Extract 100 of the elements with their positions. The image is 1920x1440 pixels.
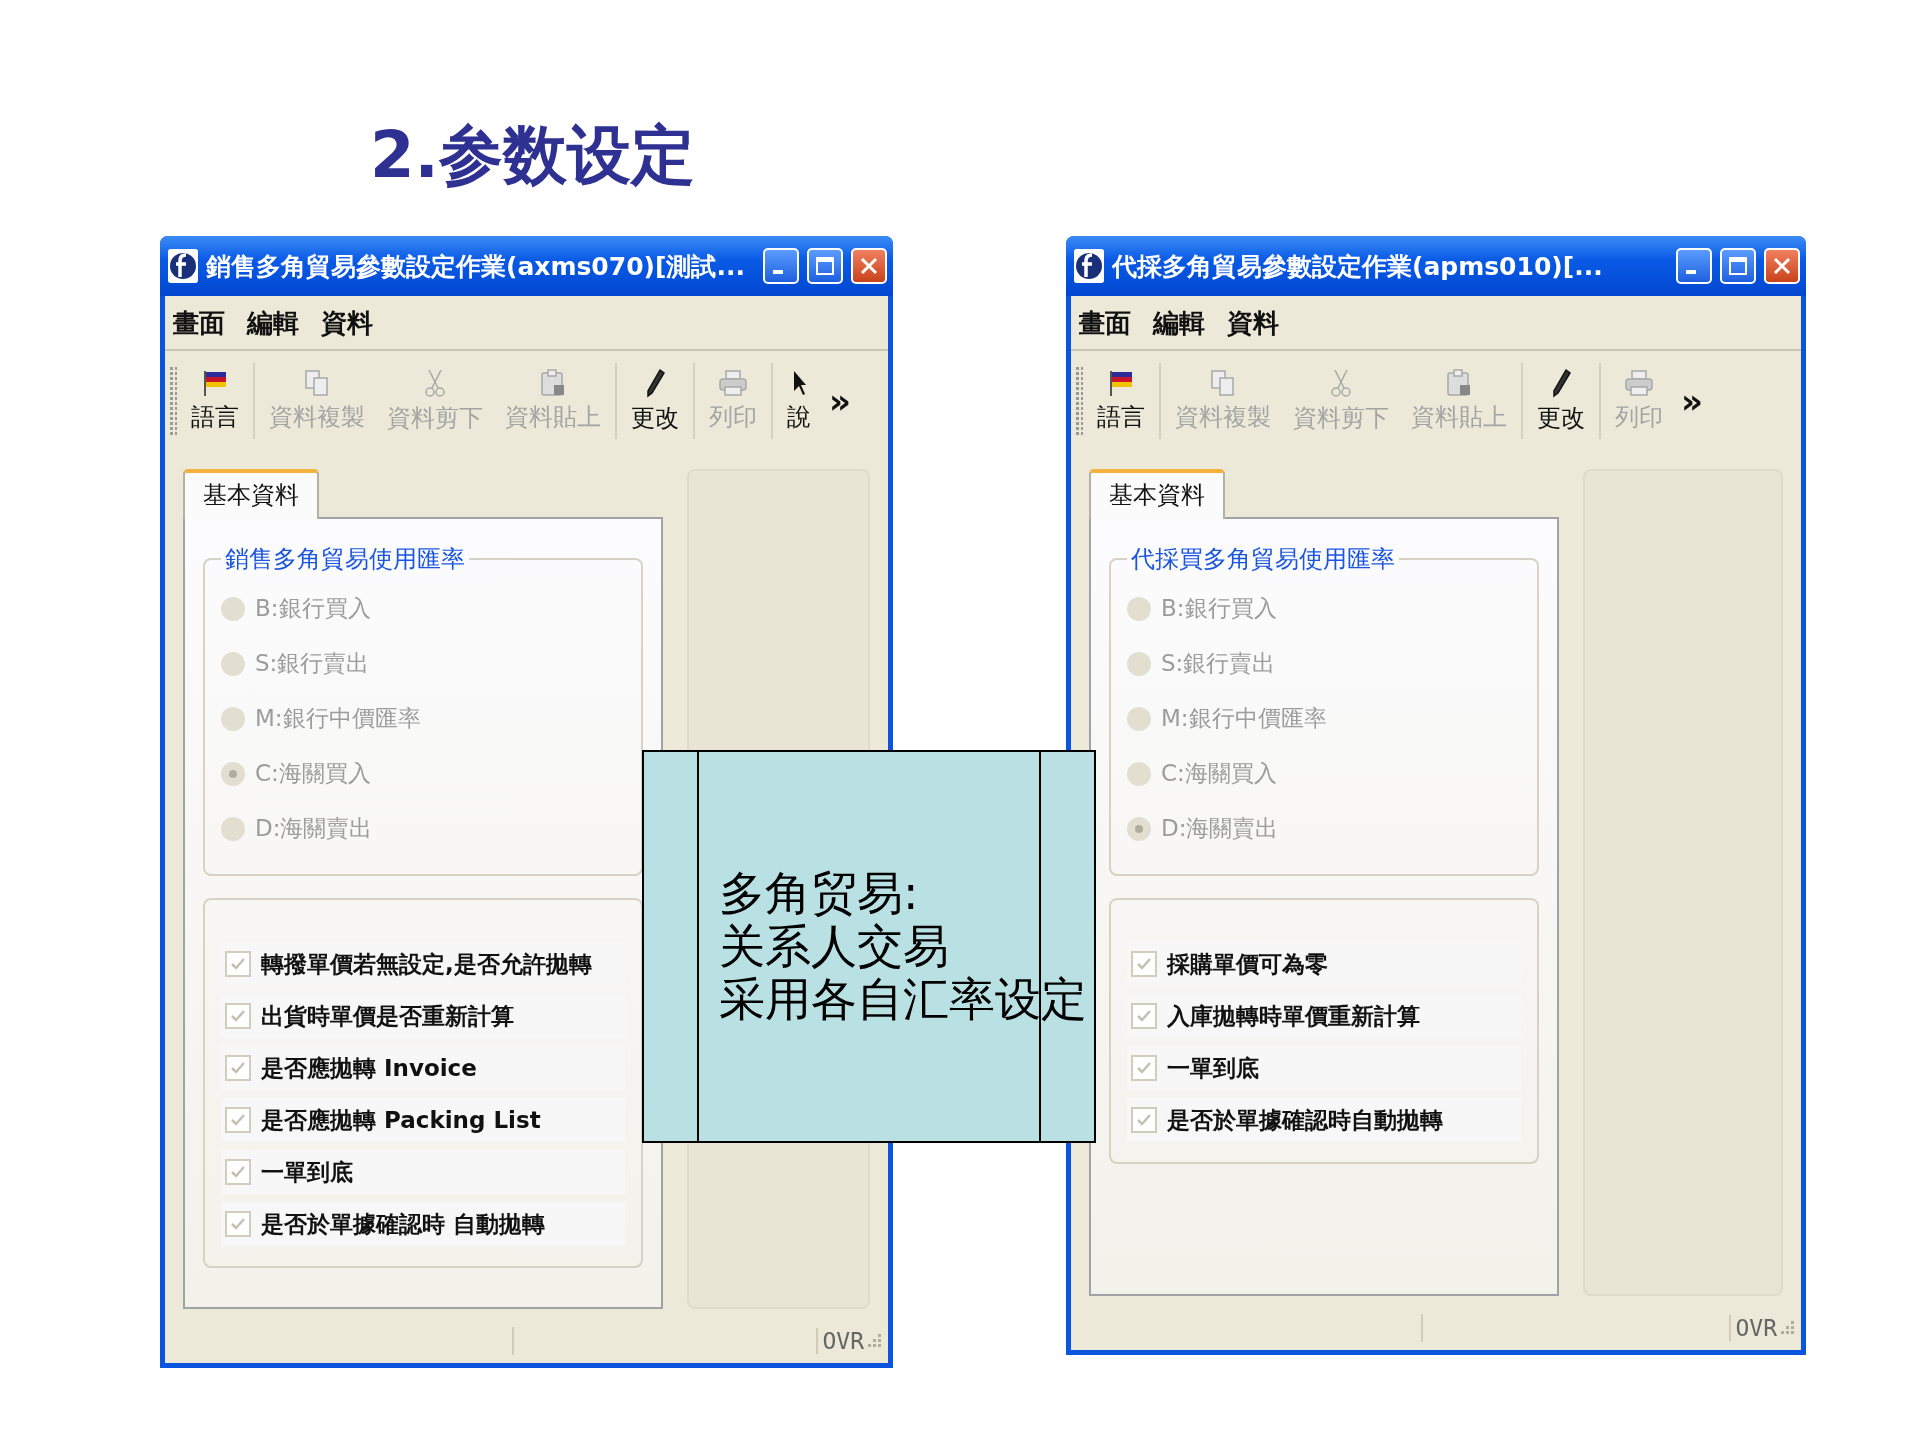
checkbox[interactable] — [225, 1211, 251, 1237]
tab[interactable]: 基本資料 — [183, 469, 319, 519]
clipboard-icon — [540, 369, 566, 397]
checkbox-label: 轉撥單價若無設定,是否允許拋轉 — [261, 949, 592, 979]
menu-item[interactable]: 編輯 — [1153, 306, 1205, 341]
checkbox-label: 入庫拋轉時單價重新計算 — [1167, 1001, 1420, 1031]
checkbox[interactable] — [1131, 1003, 1157, 1029]
checkbox[interactable] — [225, 951, 251, 977]
checkbox-label: 是否於單據確認時 自動拋轉 — [261, 1209, 545, 1239]
checkbox[interactable] — [1131, 1055, 1157, 1081]
checkbox-option[interactable]: 採購單價可為零 — [1127, 942, 1521, 986]
pointer-icon — [791, 369, 807, 397]
checkbox-option[interactable]: 入庫拋轉時單價重新計算 — [1127, 994, 1521, 1038]
checkbox[interactable] — [1131, 951, 1157, 977]
radio-label: C:海關買入 — [255, 759, 371, 788]
scissors-icon — [1330, 368, 1352, 398]
tab[interactable]: 基本資料 — [1089, 469, 1225, 519]
checkbox-option[interactable]: 是否應拋轉 Invoice — [221, 1046, 625, 1090]
checkmark-icon — [1136, 1009, 1152, 1023]
group-title: 銷售多角貿易使用匯率 — [224, 544, 466, 575]
checkbox[interactable] — [225, 1159, 251, 1185]
window-title: 代採多角貿易參數設定作業(apms010)[... — [1112, 250, 1604, 283]
checkmark-icon — [230, 957, 246, 971]
checkbox-option[interactable]: 一單到底 — [221, 1150, 625, 1194]
close-button[interactable] — [1764, 248, 1800, 284]
toolbar-button[interactable]: 語言 — [183, 367, 247, 435]
checkbox-option[interactable]: 是否於單據確認時 自動拋轉 — [221, 1202, 625, 1246]
checkmark-icon — [230, 1061, 246, 1075]
maximize-icon — [815, 256, 835, 276]
toolbar-button[interactable]: 語言 — [1089, 367, 1153, 435]
checkmark-icon — [230, 1165, 246, 1179]
minimize-icon — [1686, 270, 1696, 274]
app-logo-icon — [1074, 249, 1104, 283]
checkbox-label: 一單到底 — [261, 1157, 353, 1187]
radio-label: D:海關賣出 — [255, 814, 373, 843]
close-button[interactable] — [851, 248, 887, 284]
status-text: OVR — [1729, 1315, 1777, 1341]
checkmark-icon — [230, 1217, 246, 1231]
copy-icon — [1210, 369, 1236, 397]
checkmark-icon — [230, 1009, 246, 1023]
toolbar-button[interactable]: 更改 — [1529, 366, 1593, 436]
slide-heading: 2.参数设定 — [370, 117, 695, 194]
toolbar-grip[interactable] — [1075, 366, 1083, 436]
minimize-button[interactable] — [1676, 248, 1712, 284]
pencil-icon — [1550, 368, 1572, 398]
app-logo-icon — [168, 249, 198, 283]
toolbar-button[interactable]: 更改 — [623, 366, 687, 436]
toolbar-overflow-button[interactable]: » — [825, 381, 855, 421]
radio-label: C:海關買入 — [1161, 759, 1277, 788]
checkbox-label: 是否應拋轉 Packing List — [261, 1105, 541, 1135]
copy-icon — [304, 369, 330, 397]
toolbar-grip[interactable] — [169, 366, 177, 436]
checkbox-label: 是否應拋轉 Invoice — [261, 1053, 477, 1083]
radio-label: S:銀行賣出 — [255, 649, 370, 678]
checkmark-icon — [1136, 1061, 1152, 1075]
clipboard-icon — [1446, 369, 1472, 397]
checkbox-option[interactable]: 是否於單據確認時自動拋轉 — [1127, 1098, 1521, 1142]
menu-item[interactable]: 編輯 — [247, 306, 299, 341]
maximize-button[interactable] — [807, 248, 843, 284]
radio-label: B:銀行買入 — [255, 594, 371, 623]
checkbox-option[interactable]: 是否應拋轉 Packing List — [221, 1098, 625, 1142]
pencil-icon — [644, 368, 666, 398]
scissors-icon — [424, 368, 446, 398]
checkbox[interactable] — [225, 1055, 251, 1081]
checkbox-label: 是否於單據確認時自動拋轉 — [1167, 1105, 1443, 1135]
status-text: OVR — [816, 1328, 864, 1354]
callout-text-line: 关系人交易 — [719, 920, 950, 973]
menu-item[interactable]: 畫面 — [1079, 306, 1131, 341]
radio-label: D:海關賣出 — [1161, 814, 1279, 843]
checkbox[interactable] — [225, 1003, 251, 1029]
checkbox-label: 採購單價可為零 — [1167, 949, 1328, 979]
checkmark-icon — [1136, 1113, 1152, 1127]
radio-label: M:銀行中價匯率 — [1161, 704, 1327, 733]
radio-label: B:銀行買入 — [1161, 594, 1277, 623]
checkbox-option[interactable]: 出貨時單價是否重新計算 — [221, 994, 625, 1038]
printer-icon — [1624, 369, 1654, 397]
checkbox-option[interactable]: 一單到底 — [1127, 1046, 1521, 1090]
callout-text-line: 多角贸易: — [719, 867, 920, 921]
radio-label: S:銀行賣出 — [1161, 649, 1276, 678]
checkbox[interactable] — [1131, 1107, 1157, 1133]
close-icon — [859, 256, 879, 276]
checkbox-option[interactable]: 轉撥單價若無設定,是否允許拋轉 — [221, 942, 625, 986]
close-icon — [1772, 256, 1792, 276]
toolbar-overflow-button[interactable]: » — [1677, 381, 1707, 421]
toolbar-button[interactable]: 說 — [779, 367, 819, 435]
window-title: 銷售多角貿易參數設定作業(axms070)[測試... — [206, 250, 746, 283]
flag-icon — [1108, 369, 1134, 397]
menu-item[interactable]: 資料 — [321, 306, 373, 341]
group-title: 代採買多角貿易使用匯率 — [1130, 544, 1396, 575]
minimize-icon — [773, 270, 783, 274]
checkbox-label: 出貨時單價是否重新計算 — [261, 1001, 514, 1031]
menu-item[interactable]: 畫面 — [173, 306, 225, 341]
maximize-button[interactable] — [1720, 248, 1756, 284]
checkbox[interactable] — [225, 1107, 251, 1133]
checkmark-icon — [230, 1113, 246, 1127]
minimize-button[interactable] — [763, 248, 799, 284]
radio-label: M:銀行中價匯率 — [255, 704, 421, 733]
checkmark-icon — [1136, 957, 1152, 971]
menu-item[interactable]: 資料 — [1227, 306, 1279, 341]
flag-icon — [202, 369, 228, 397]
